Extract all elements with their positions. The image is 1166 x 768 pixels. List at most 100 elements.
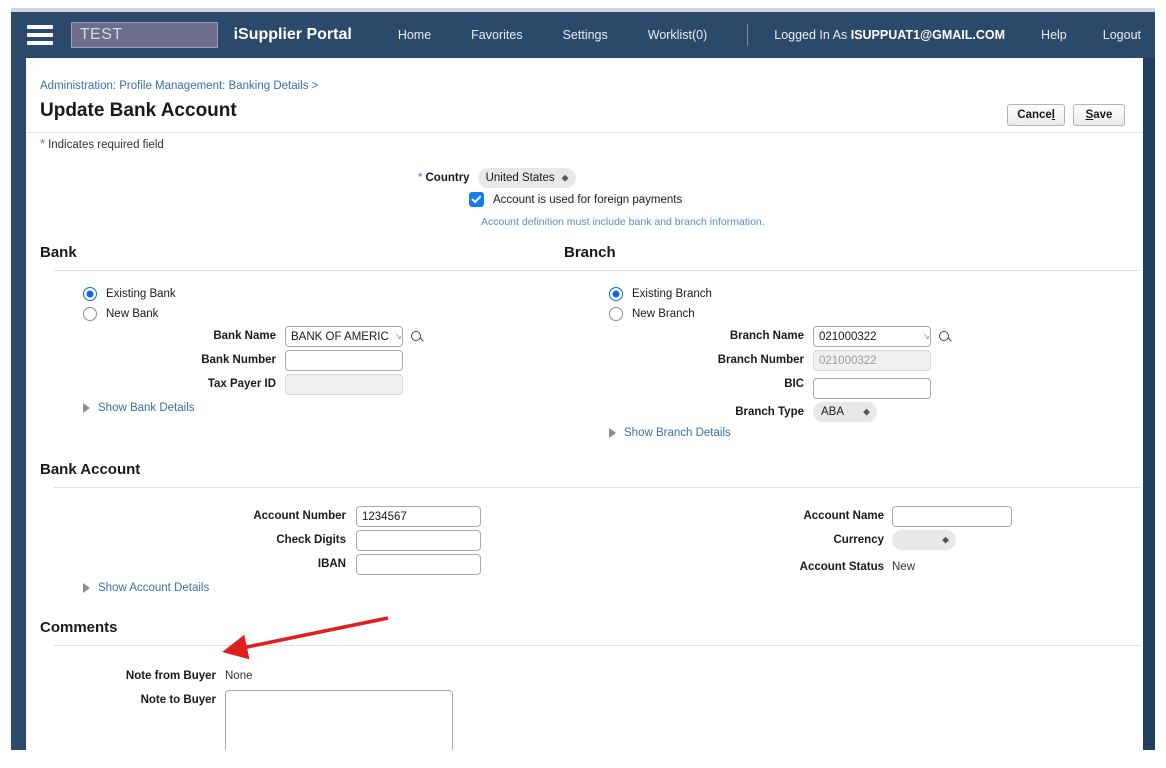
nav-item-home[interactable]: Home bbox=[398, 28, 431, 42]
page-action-buttons: Cance l Save bbox=[1007, 104, 1125, 126]
tax-payer-id-label: Tax Payer ID bbox=[207, 378, 276, 390]
check-digits-label: Check Digits bbox=[276, 534, 346, 546]
branch-type-select-wrapper: ABA ◆ bbox=[813, 402, 877, 422]
new-branch-label: New Branch bbox=[632, 308, 695, 320]
logged-in-status: Logged In As ISUPPUAT1@GMAIL.COM bbox=[774, 28, 1005, 42]
logged-in-username: ISUPPUAT1@GMAIL.COM bbox=[850, 28, 1006, 42]
currency-select[interactable] bbox=[892, 530, 956, 550]
show-account-details-toggle[interactable]: Show Account Details bbox=[83, 582, 209, 594]
window-frame-right bbox=[1143, 12, 1155, 750]
branch-disclosure-triangle-icon bbox=[609, 428, 616, 438]
branch-type-select[interactable]: ABA bbox=[813, 402, 877, 422]
foreign-payments-label: Account is used for foreign payments bbox=[493, 193, 683, 206]
branch-name-field-group[interactable]: 021000322 ↘ bbox=[813, 326, 931, 347]
new-bank-label: New Bank bbox=[106, 308, 159, 320]
title-divider bbox=[26, 132, 1143, 133]
branch-section-heading: Branch bbox=[564, 244, 616, 261]
account-status-label: Account Status bbox=[799, 561, 884, 573]
branch-type-radio-group: Existing Branch New Branch bbox=[609, 287, 712, 327]
nav-item-logout[interactable]: Logout bbox=[1103, 28, 1141, 42]
cancel-button[interactable]: Cance l bbox=[1007, 104, 1065, 126]
logged-in-prefix: Logged In As bbox=[774, 28, 848, 42]
iban-input[interactable] bbox=[356, 554, 481, 575]
bank-name-input[interactable]: BANK OF AMERIC bbox=[286, 331, 394, 343]
show-branch-details-toggle[interactable]: Show Branch Details bbox=[609, 427, 731, 439]
account-name-label: Account Name bbox=[803, 510, 884, 522]
new-branch-radio[interactable] bbox=[609, 307, 623, 321]
country-label-text: Country bbox=[425, 172, 470, 184]
note-from-buyer-label: Note from Buyer bbox=[125, 670, 216, 682]
account-name-input[interactable] bbox=[892, 506, 1012, 527]
currency-label: Currency bbox=[833, 534, 885, 546]
required-field-note: * Indicates required field bbox=[40, 136, 164, 151]
top-navigation-bar: TEST iSupplier Portal Home Favorites Set… bbox=[11, 12, 1155, 58]
foreign-payments-checkbox[interactable] bbox=[469, 192, 484, 207]
disclosure-triangle-icon bbox=[83, 403, 90, 413]
show-bank-details-toggle[interactable]: Show Bank Details bbox=[83, 402, 195, 414]
foreign-payments-row: Account is used for foreign payments bbox=[469, 192, 682, 207]
branch-name-input[interactable]: 021000322 bbox=[814, 331, 922, 343]
tax-payer-id-input bbox=[285, 374, 403, 395]
window-frame-left bbox=[11, 12, 26, 750]
bank-section-heading: Bank bbox=[40, 244, 77, 261]
bank-branch-divider bbox=[54, 270, 1141, 271]
page-content: Administration: Profile Management: Bank… bbox=[26, 58, 1143, 750]
bank-account-section-heading: Bank Account bbox=[40, 461, 141, 478]
country-label: * Country bbox=[418, 172, 470, 184]
required-asterisk-icon: * bbox=[40, 136, 46, 151]
branch-name-resize-handle-icon[interactable]: ↘ bbox=[922, 332, 930, 341]
new-bank-radio[interactable] bbox=[83, 307, 97, 321]
branch-number-input bbox=[813, 350, 931, 371]
bank-account-divider bbox=[54, 487, 1141, 488]
screen-root: TEST iSupplier Portal Home Favorites Set… bbox=[0, 0, 1166, 768]
country-select[interactable]: United States bbox=[477, 168, 576, 188]
save-button[interactable]: Save bbox=[1073, 104, 1125, 126]
annotation-arrow-icon bbox=[222, 616, 389, 660]
check-icon bbox=[471, 195, 482, 204]
country-row: * Country United States ◆ bbox=[418, 168, 576, 188]
show-account-details-label: Show Account Details bbox=[98, 582, 210, 594]
primary-nav: Home Favorites Settings Worklist(0) Logg… bbox=[398, 24, 1005, 46]
country-select-wrapper: United States ◆ bbox=[477, 168, 576, 188]
comments-divider bbox=[54, 645, 1141, 646]
note-to-buyer-label: Note to Buyer bbox=[140, 694, 216, 706]
existing-branch-radio[interactable] bbox=[609, 287, 623, 301]
account-number-input[interactable] bbox=[356, 506, 481, 527]
show-bank-details-label: Show Bank Details bbox=[98, 402, 195, 414]
field-resize-handle-icon[interactable]: ↘ bbox=[394, 332, 402, 341]
secondary-nav: Help Logout bbox=[1005, 28, 1141, 42]
branch-existing-radio-row[interactable]: Existing Branch bbox=[609, 287, 712, 301]
breadcrumb[interactable]: Administration: Profile Management: Bank… bbox=[40, 80, 318, 92]
bank-name-search-icon[interactable] bbox=[409, 329, 424, 344]
bank-new-radio-row[interactable]: New Bank bbox=[83, 307, 176, 321]
bic-input[interactable] bbox=[813, 378, 931, 399]
bank-name-field-group[interactable]: BANK OF AMERIC ↘ bbox=[285, 326, 403, 347]
existing-branch-label: Existing Branch bbox=[632, 288, 712, 300]
page-title: Update Bank Account bbox=[40, 100, 237, 121]
note-to-buyer-textarea[interactable] bbox=[225, 690, 453, 750]
account-disclosure-triangle-icon bbox=[83, 583, 90, 593]
hamburger-menu-icon[interactable] bbox=[27, 25, 53, 45]
bank-existing-radio-row[interactable]: Existing Bank bbox=[83, 287, 176, 301]
nav-item-favorites[interactable]: Favorites bbox=[471, 28, 522, 42]
check-digits-input[interactable] bbox=[356, 530, 481, 551]
existing-bank-radio[interactable] bbox=[83, 287, 97, 301]
branch-new-radio-row[interactable]: New Branch bbox=[609, 307, 712, 321]
iban-label: IBAN bbox=[317, 558, 346, 570]
nav-item-worklist[interactable]: Worklist(0) bbox=[648, 28, 708, 42]
country-required-asterisk-icon: * bbox=[418, 172, 423, 184]
note-from-buyer-value: None bbox=[225, 670, 253, 682]
nav-item-help[interactable]: Help bbox=[1041, 28, 1067, 42]
currency-select-wrapper: ◆ bbox=[892, 530, 956, 550]
account-definition-hint: Account definition must include bank and… bbox=[481, 216, 765, 228]
branch-name-label: Branch Name bbox=[729, 330, 804, 342]
bank-name-label: Bank Name bbox=[213, 330, 276, 342]
branch-name-search-icon[interactable] bbox=[937, 329, 952, 344]
environment-chip: TEST bbox=[70, 22, 218, 48]
bank-number-input[interactable] bbox=[285, 350, 403, 371]
nav-item-settings[interactable]: Settings bbox=[563, 28, 608, 42]
bank-number-label: Bank Number bbox=[201, 354, 276, 366]
app-brand-title: iSupplier Portal bbox=[233, 26, 352, 43]
nav-divider bbox=[747, 24, 749, 46]
bank-type-radio-group: Existing Bank New Bank bbox=[83, 287, 176, 327]
